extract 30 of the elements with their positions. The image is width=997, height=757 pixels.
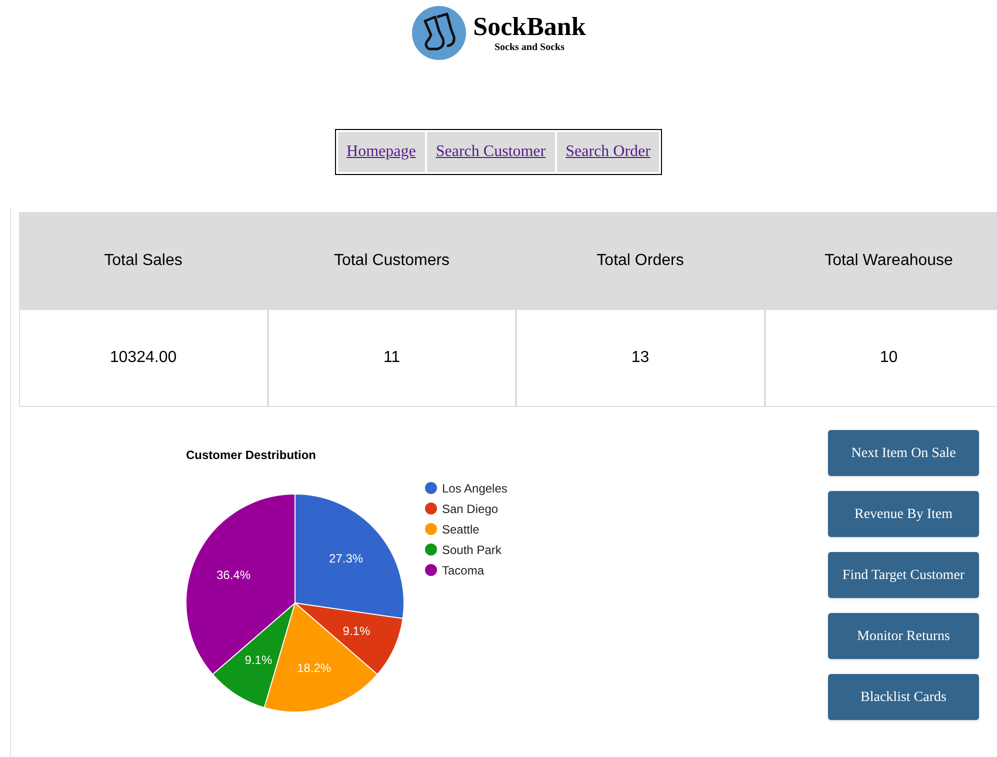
nav-link[interactable]: Homepage — [338, 132, 425, 172]
value-cell: 13 — [516, 310, 764, 407]
slice-label: 9.1% — [244, 652, 272, 667]
action-button[interactable]: Revenue By Item — [828, 491, 979, 537]
slice-label: 18.2% — [297, 660, 332, 675]
sock-logo-icon — [411, 5, 468, 61]
action-button[interactable]: Monitor Returns — [828, 613, 979, 659]
slice-label: 9.1% — [342, 624, 370, 638]
legend-label: Tacoma — [442, 564, 484, 578]
legend-label: Los Angeles — [442, 482, 508, 496]
value-cell: 10324.00 — [19, 310, 268, 407]
header-cell: Total Sales — [19, 212, 268, 310]
slice-label: 36.4% — [216, 568, 251, 582]
legend-label: San Diego — [442, 502, 498, 516]
nav-link[interactable]: Search Customer — [426, 132, 555, 172]
action-button[interactable]: Find Target Customer — [828, 552, 979, 598]
action-button[interactable]: Next Item On Sale — [828, 430, 979, 476]
header-cell: Total Wareahouse — [764, 212, 997, 310]
legend-label: Seattle — [442, 522, 480, 536]
slice-label: 27.3% — [329, 552, 364, 566]
brand-tagline: Socks and Socks — [494, 42, 564, 54]
action-button[interactable]: Blacklist Cards — [828, 674, 979, 720]
value-cell: 10 — [764, 310, 997, 407]
header-cell: Total Customers — [268, 212, 516, 310]
header-cell: Total Orders — [516, 212, 764, 310]
value-cell: 11 — [268, 310, 516, 407]
nav-link[interactable]: Search Order — [556, 132, 660, 172]
brand-name: SockBank — [473, 12, 586, 42]
legend-label: South Park — [442, 543, 502, 557]
chart-title: Customer Destribution — [186, 448, 316, 462]
